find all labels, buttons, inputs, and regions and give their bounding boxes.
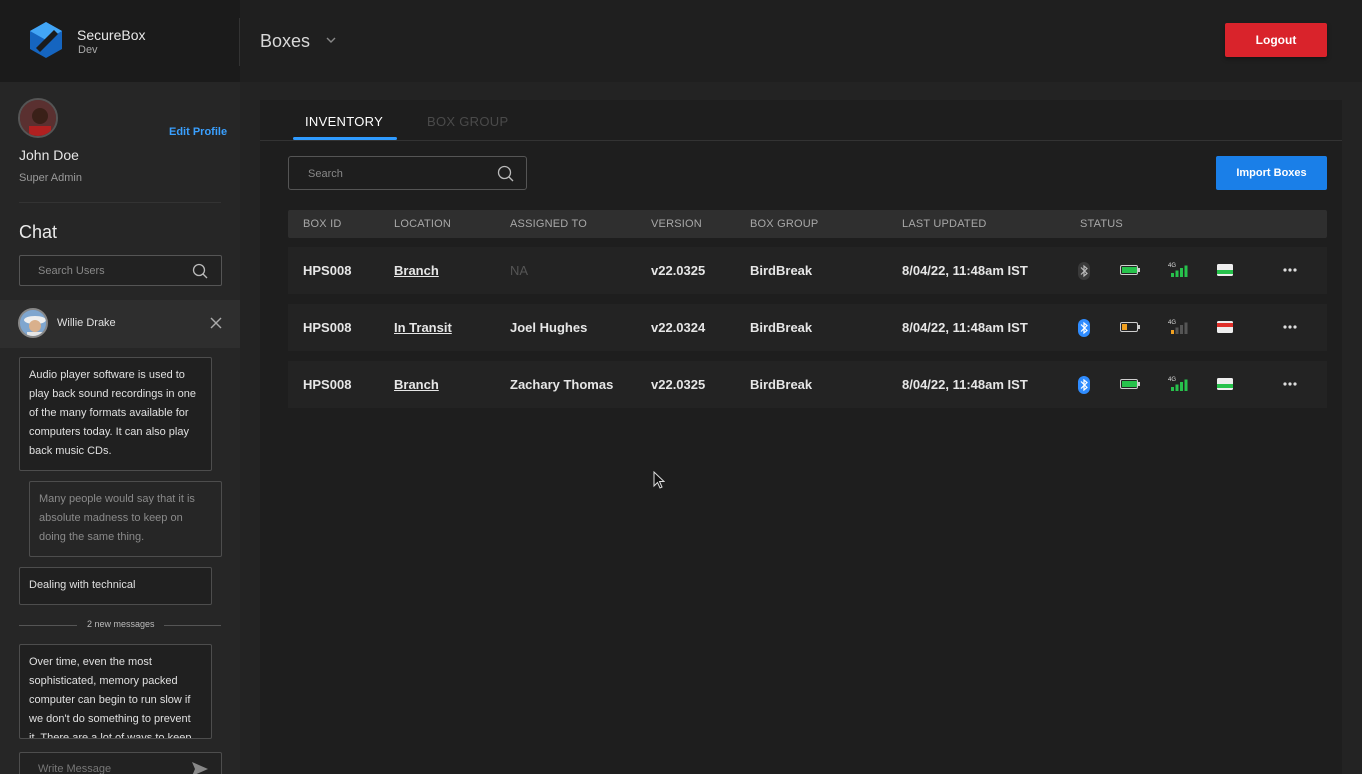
chat-active-user[interactable]: Willie Drake [0, 300, 240, 348]
column-header[interactable]: LOCATION [394, 218, 451, 230]
securebox-logo-icon [30, 22, 62, 58]
send-icon[interactable] [192, 762, 208, 774]
cell-location[interactable]: Branch [394, 377, 439, 392]
chat-user-name: Willie Drake [57, 317, 116, 329]
new-messages-divider: 2 new messages [19, 619, 221, 631]
search-icon[interactable] [192, 263, 208, 279]
search-users-input[interactable]: Search Users [19, 255, 222, 286]
cell-version: v22.0324 [651, 320, 706, 335]
battery-icon [1120, 379, 1140, 389]
column-header[interactable]: BOX ID [303, 218, 342, 230]
sim-status-icon [1217, 378, 1233, 390]
network-signal-icon: 4G [1168, 377, 1188, 391]
new-messages-label: 2 new messages [87, 619, 155, 629]
search-icon[interactable] [497, 165, 514, 182]
column-header[interactable]: ASSIGNED TO [510, 218, 587, 230]
table-row[interactable]: HPS008 Branch Zachary Thomas v22.0325 BirdBr… [288, 361, 1327, 408]
table-row[interactable]: HPS008 In Transit Joel Hughes v22.0324 BirdB… [288, 304, 1327, 351]
app-env: Dev [78, 44, 98, 56]
cell-box-group: BirdBreak [750, 320, 813, 335]
page-title[interactable]: Boxes [260, 31, 310, 52]
divider [19, 202, 221, 203]
edit-profile-link[interactable]: Edit Profile [169, 126, 227, 138]
tab-bar: INVENTORY BOX GROUP [260, 100, 1342, 141]
profile-name: John Doe [19, 147, 79, 163]
column-header[interactable]: VERSION [651, 218, 702, 230]
more-options-icon[interactable] [1283, 382, 1297, 386]
write-message-placeholder: Write Message [38, 763, 112, 774]
svg-text:4G: 4G [1168, 320, 1176, 326]
cell-assigned-to: Joel Hughes [510, 320, 588, 335]
column-header[interactable]: STATUS [1080, 218, 1123, 230]
top-bar: SecureBox Dev Boxes Logout [0, 0, 1362, 82]
topbar-divider [239, 18, 240, 66]
cell-version: v22.0325 [651, 377, 706, 392]
cell-version: v22.0325 [651, 263, 706, 278]
brand: SecureBox Dev [0, 0, 240, 82]
cell-box-id: HPS008 [303, 320, 352, 335]
cell-assigned-to: Zachary Thomas [510, 377, 614, 392]
search-placeholder: Search [308, 168, 343, 180]
write-message-input[interactable]: Write Message [19, 752, 222, 774]
profile-role: Super Admin [19, 172, 82, 184]
cell-box-group: BirdBreak [750, 263, 813, 278]
bluetooth-icon [1078, 319, 1090, 337]
active-tab-indicator [293, 137, 397, 140]
battery-icon [1120, 265, 1140, 275]
user-photo-icon [20, 310, 46, 336]
mouse-cursor-icon [653, 471, 665, 489]
chat-heading: Chat [19, 222, 58, 242]
avatar[interactable] [18, 98, 58, 138]
sim-status-icon [1217, 321, 1233, 333]
column-header[interactable]: LAST UPDATED [902, 218, 987, 230]
table-header: BOX ID LOCATION ASSIGNED TO VERSION BOX … [288, 210, 1327, 238]
chat-user-avatar [18, 308, 48, 338]
search-input[interactable]: Search [288, 156, 527, 190]
inventory-panel: INVENTORY BOX GROUP Search Import Boxes … [260, 100, 1342, 774]
profile-photo-icon [20, 100, 56, 136]
chat-message: Many people would say that it is absolut… [29, 481, 222, 557]
network-signal-icon: 4G [1168, 320, 1188, 334]
chat-message: Over time, even the most sophisticated, … [19, 644, 212, 739]
cell-last-updated: 8/04/22, 11:48am IST [902, 377, 1028, 392]
svg-text:4G: 4G [1168, 377, 1176, 383]
battery-icon [1120, 322, 1140, 332]
table-row[interactable]: HPS008 Branch NA v22.0325 BirdBreak 8/04/22, … [288, 247, 1327, 294]
cell-box-id: HPS008 [303, 263, 352, 278]
sim-status-icon [1217, 264, 1233, 276]
chat-message: Audio player software is used to play ba… [19, 357, 212, 471]
logout-button[interactable]: Logout [1225, 23, 1327, 57]
tab-box-group[interactable]: BOX GROUP [427, 114, 508, 129]
more-options-icon[interactable] [1283, 325, 1297, 329]
cell-last-updated: 8/04/22, 11:48am IST [902, 263, 1028, 278]
column-header[interactable]: BOX GROUP [750, 218, 818, 230]
cell-location[interactable]: In Transit [394, 320, 452, 335]
cell-last-updated: 8/04/22, 11:48am IST [902, 320, 1028, 335]
search-users-placeholder: Search Users [38, 265, 105, 277]
svg-text:4G: 4G [1168, 263, 1176, 269]
import-boxes-button[interactable]: Import Boxes [1216, 156, 1327, 190]
cell-box-group: BirdBreak [750, 377, 813, 392]
close-icon[interactable] [210, 317, 222, 329]
tab-inventory[interactable]: INVENTORY [305, 114, 383, 129]
bluetooth-icon [1078, 262, 1090, 280]
cell-location[interactable]: Branch [394, 263, 439, 278]
cell-assigned-to: NA [510, 263, 529, 278]
cell-box-id: HPS008 [303, 377, 352, 392]
chevron-down-icon[interactable] [325, 34, 337, 46]
sidebar: Edit Profile John Doe Super Admin Chat S… [0, 82, 240, 774]
bluetooth-icon [1078, 376, 1090, 394]
chat-message: Dealing with technical [19, 567, 212, 605]
more-options-icon[interactable] [1283, 268, 1297, 272]
app-name: SecureBox [77, 27, 146, 43]
network-signal-icon: 4G [1168, 263, 1188, 277]
